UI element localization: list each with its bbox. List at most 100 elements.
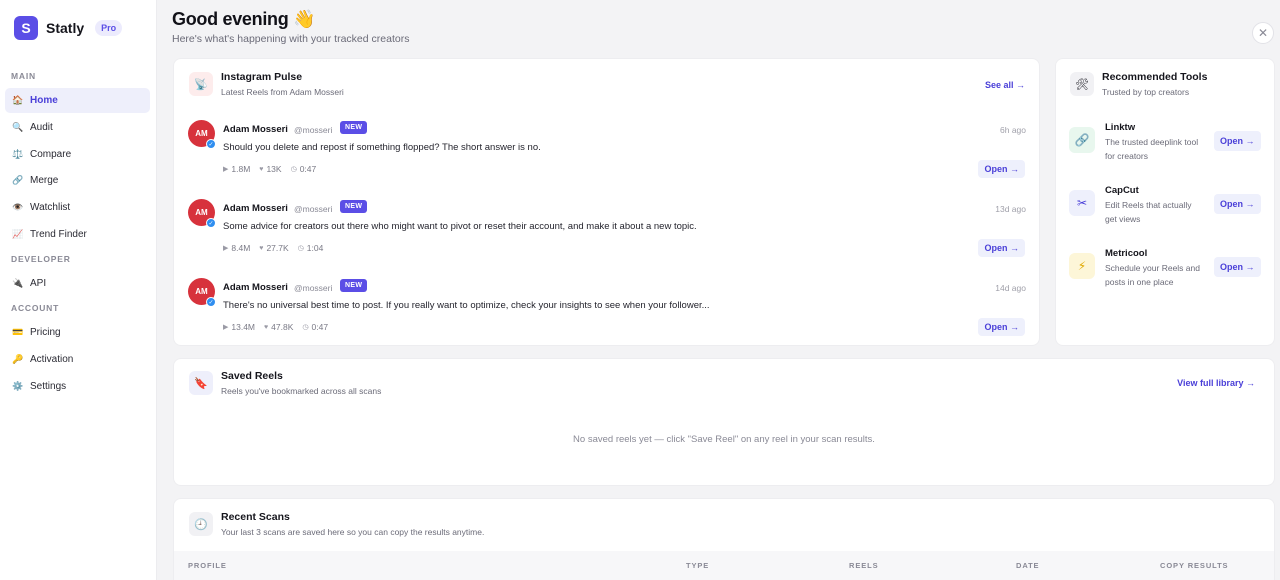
- sidebar-item-activation[interactable]: 🔑 Activation: [5, 347, 150, 372]
- sidebar-item-label: Pricing: [30, 327, 61, 338]
- column-header-profile: PROFILE: [188, 561, 227, 570]
- heart-icon: ♥: [259, 244, 264, 252]
- table-header: PROFILE TYPE REELS DATE COPY RESULTS: [174, 551, 1274, 580]
- tool-description: Edit Reels that actually get views: [1105, 200, 1192, 224]
- sidebar-item-compare[interactable]: ⚖️ Compare: [5, 142, 150, 167]
- sidebar-item-pricing[interactable]: 💳 Pricing: [5, 320, 150, 345]
- new-badge: NEW: [340, 121, 368, 134]
- play-icon: ▶: [223, 245, 229, 252]
- new-badge: NEW: [340, 279, 368, 292]
- author-name[interactable]: Adam Mosseri: [223, 124, 288, 135]
- sidebar-item-watchlist[interactable]: 👁️ Watchlist: [5, 195, 150, 220]
- brand[interactable]: S Statly Pro: [14, 16, 123, 40]
- sidebar-item-api[interactable]: 🔌 API: [5, 271, 150, 296]
- new-badge: NEW: [340, 200, 368, 213]
- pro-badge: Pro: [95, 20, 123, 36]
- instagram-pulse-card: 📡 Instagram Pulse Latest Reels from Adam…: [173, 58, 1040, 346]
- tool-name: Linktw: [1105, 122, 1136, 133]
- link-icon: 🔗: [12, 175, 24, 185]
- link-icon: 🔗: [1069, 127, 1095, 153]
- home-icon: 🏠: [12, 95, 24, 105]
- verified-icon: ✓: [206, 297, 216, 307]
- sidebar-item-settings[interactable]: ⚙️ Settings: [5, 374, 150, 399]
- likes-value: 47.8K: [271, 322, 294, 332]
- open-button[interactable]: Open →: [1214, 194, 1261, 214]
- brand-logo: S: [14, 16, 38, 40]
- sidebar-item-label: Settings: [30, 381, 67, 392]
- card-subtitle: Trusted by top creators: [1102, 87, 1190, 97]
- heart-icon: ♥: [259, 165, 264, 173]
- card-title: Recommended Tools: [1102, 71, 1208, 83]
- plays-stat: ▶ 13.4M: [223, 322, 255, 332]
- plays-stat: ▶ 8.4M: [223, 243, 250, 253]
- post-caption: There's no universal best time to post. …: [223, 300, 710, 311]
- sidebar: S Statly Pro MAIN 🏠 Home 🔍 Audit ⚖️ Comp…: [0, 0, 157, 580]
- section-label-main: MAIN: [11, 71, 36, 81]
- open-button[interactable]: Open →: [1214, 131, 1261, 151]
- satellite-icon: 📡: [189, 72, 213, 96]
- scales-icon: ⚖️: [12, 149, 24, 159]
- bookmark-icon: 🔖: [189, 371, 213, 395]
- post-caption: Should you delete and repost if somethin…: [223, 142, 541, 153]
- sidebar-item-merge[interactable]: 🔗 Merge: [5, 168, 150, 193]
- sidebar-item-home[interactable]: 🏠 Home: [5, 88, 150, 113]
- post-stats: ▶ 1.8M ♥ 13K ◷ 0:47: [223, 164, 325, 174]
- card-title: Instagram Pulse: [221, 71, 303, 83]
- see-all-link[interactable]: See all →: [985, 80, 1025, 90]
- author-name[interactable]: Adam Mosseri: [223, 282, 288, 293]
- likes-stat: ♥ 47.8K: [264, 322, 293, 332]
- open-button[interactable]: Open →: [978, 160, 1025, 178]
- play-icon: ▶: [223, 166, 229, 173]
- key-icon: 🔑: [12, 354, 24, 364]
- tool-item-capcut: ✂ CapCut Edit Reels that actually get vi…: [1056, 182, 1280, 242]
- tool-description: The trusted deeplink tool for creators: [1105, 137, 1199, 161]
- sidebar-item-label: Compare: [30, 149, 72, 160]
- clock-icon: ◷: [302, 324, 309, 331]
- tool-name: Metricool: [1105, 248, 1148, 259]
- heart-icon: ♥: [264, 323, 269, 331]
- card-subtitle: Latest Reels from Adam Mosseri: [221, 87, 344, 97]
- author-name[interactable]: Adam Mosseri: [223, 203, 288, 214]
- section-label-developer: DEVELOPER: [11, 254, 71, 264]
- open-button[interactable]: Open →: [978, 318, 1025, 336]
- likes-stat: ♥ 27.7K: [259, 243, 288, 253]
- list-item: AM ✓ Adam Mosseri @mosseri NEW 13d ago S…: [174, 196, 1040, 275]
- recommended-tools-card: 🛠 Recommended Tools Trusted by top creat…: [1055, 58, 1275, 346]
- clock-icon: ◷: [290, 166, 297, 173]
- brand-name: Statly: [46, 20, 85, 36]
- sidebar-item-label: Merge: [30, 175, 59, 186]
- close-button[interactable]: ✕: [1252, 22, 1274, 44]
- sidebar-item-label: Home: [30, 95, 58, 106]
- open-button[interactable]: Open →: [1214, 257, 1261, 277]
- plays-stat: ▶ 1.8M: [223, 164, 250, 174]
- sidebar-item-label: Activation: [30, 354, 74, 365]
- eye-icon: 👁️: [12, 202, 24, 212]
- likes-stat: ♥ 13K: [259, 164, 281, 174]
- saved-reels-card: 🔖 Saved Reels Reels you've bookmarked ac…: [173, 358, 1275, 486]
- duration-value: 1:04: [306, 243, 324, 253]
- timestamp: 14d ago: [995, 283, 1026, 293]
- clock-icon: 🕘: [189, 512, 213, 536]
- tool-item-metricool: ⚡ Metricool Schedule your Reels and post…: [1056, 245, 1280, 305]
- column-header-date: DATE: [1016, 561, 1040, 570]
- sidebar-item-trend-finder[interactable]: 📈 Trend Finder: [5, 222, 150, 247]
- sidebar-item-audit[interactable]: 🔍 Audit: [5, 115, 150, 140]
- card-title: Saved Reels: [221, 370, 283, 382]
- verified-icon: ✓: [206, 218, 216, 228]
- sidebar-item-label: Audit: [30, 122, 53, 133]
- open-button[interactable]: Open →: [978, 239, 1025, 257]
- play-icon: ▶: [223, 324, 229, 331]
- list-item: AM ✓ Adam Mosseri @mosseri NEW 14d ago T…: [174, 275, 1040, 354]
- timestamp: 6h ago: [1000, 125, 1026, 135]
- plug-icon: 🔌: [12, 278, 24, 288]
- column-header-type: TYPE: [686, 561, 710, 570]
- timestamp: 13d ago: [995, 204, 1026, 214]
- tool-name: CapCut: [1105, 185, 1139, 196]
- post-caption: Some advice for creators out there who m…: [223, 221, 697, 232]
- page-title: Good evening 👋: [172, 9, 316, 29]
- author-handle: @mosseri: [294, 204, 333, 214]
- clock-icon: ◷: [297, 245, 304, 252]
- card-subtitle: Reels you've bookmarked across all scans: [221, 386, 382, 396]
- view-library-link[interactable]: View full library →: [1177, 378, 1255, 388]
- chart-icon: 📈: [12, 229, 24, 239]
